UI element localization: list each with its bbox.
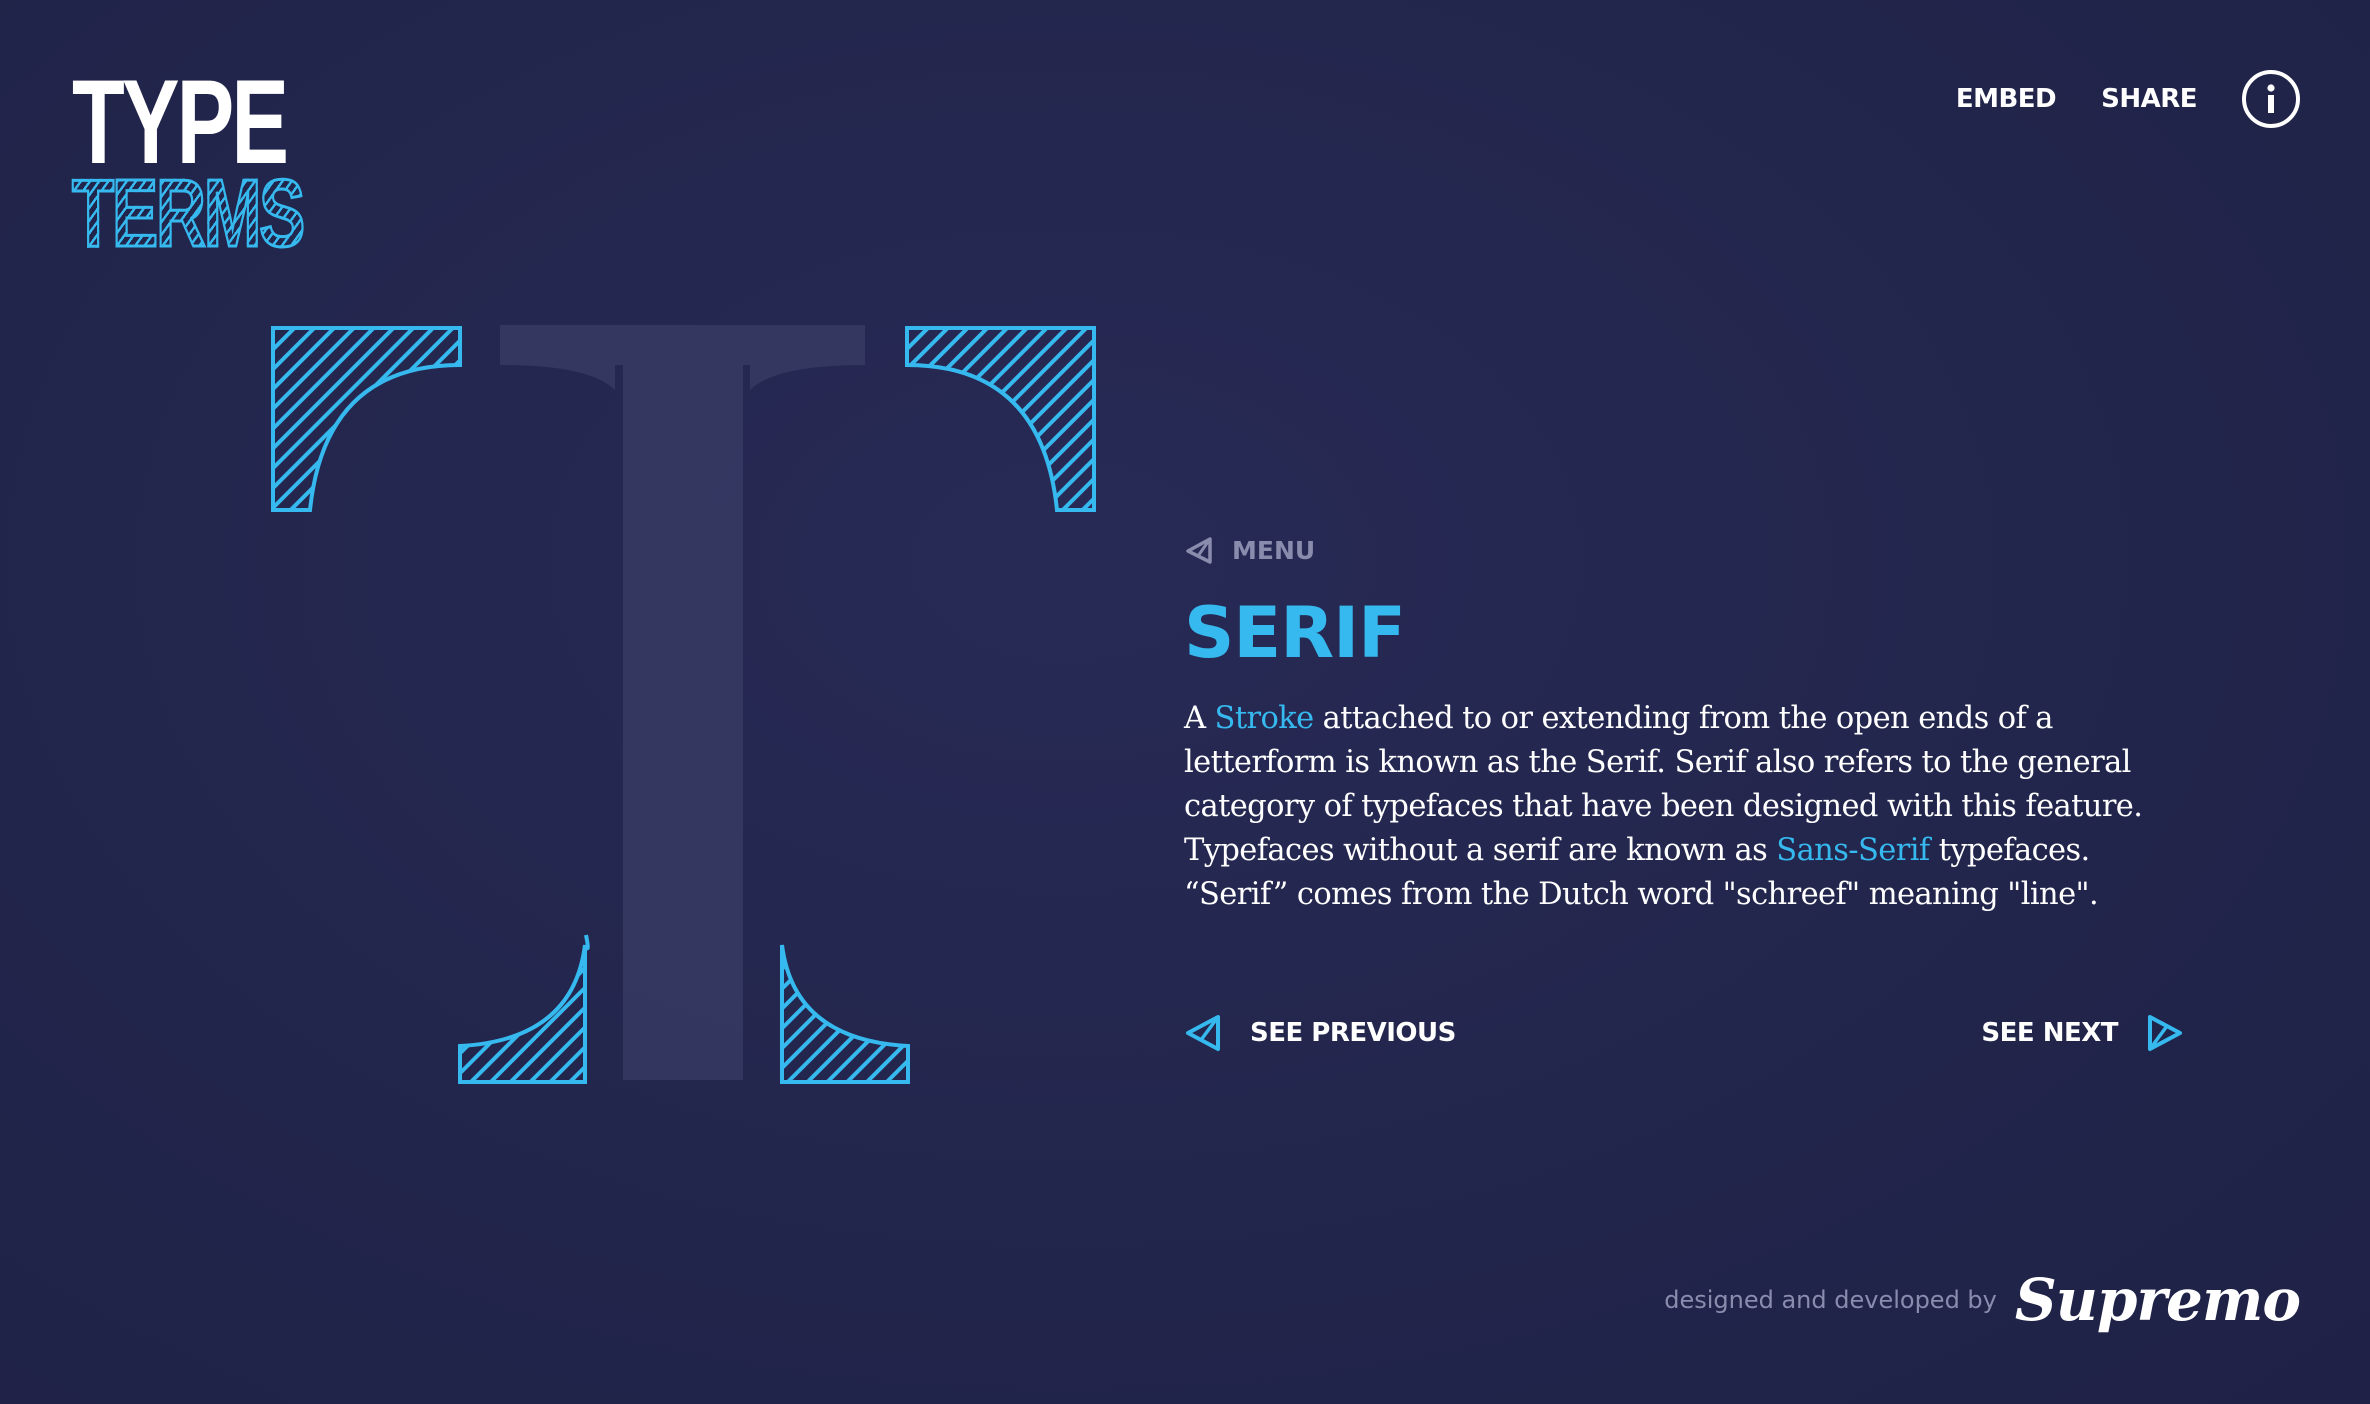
serif-top-left	[271, 326, 462, 512]
supremo-logo[interactable]: Supremo	[2015, 1266, 2301, 1334]
see-next-label: SEE NEXT	[1981, 1018, 2118, 1048]
triangle-right-icon	[2148, 1015, 2182, 1051]
credit: designed and developed by Supremo	[1664, 1266, 2301, 1334]
serif-bottom-left	[458, 934, 590, 1084]
top-nav: EMBED SHARE	[1911, 70, 2300, 128]
see-next-button[interactable]: SEE NEXT	[1981, 1013, 2184, 1053]
serif-illustration	[271, 325, 1096, 1084]
stroke-link[interactable]: Stroke	[1215, 701, 1315, 736]
page: TYPE TERMS EMBED SHARE MENU SERIF A Stro…	[0, 0, 2370, 1404]
menu-button[interactable]: MENU	[1184, 535, 2184, 565]
logo[interactable]: TYPE TERMS	[71, 62, 306, 263]
desc-text-1: A	[1184, 701, 1215, 736]
letter-t-shape	[500, 325, 865, 1080]
term-title: SERIF	[1184, 592, 1406, 674]
see-previous-label: SEE PREVIOUS	[1250, 1018, 1456, 1048]
triangle-left-outline-icon	[1186, 537, 1212, 564]
term-content: MENU SERIF A Stroke attached to or exten…	[1184, 535, 2184, 917]
logo-terms: TERMS	[71, 160, 306, 267]
serif-top-right	[905, 326, 1096, 512]
menu-label: MENU	[1232, 535, 1316, 565]
sans-serif-link[interactable]: Sans-Serif	[1776, 833, 1930, 868]
see-previous-button[interactable]: SEE PREVIOUS	[1184, 1013, 1456, 1053]
pager: SEE PREVIOUS SEE NEXT	[1184, 1008, 2184, 1058]
serif-bottom-right	[780, 944, 910, 1084]
credit-text: designed and developed by	[1664, 1286, 1997, 1314]
info-icon	[2267, 84, 2275, 113]
triangle-left-icon	[1186, 1015, 1220, 1051]
term-description: A Stroke attached to or extending from t…	[1184, 697, 2184, 917]
share-link[interactable]: SHARE	[2101, 84, 2197, 114]
info-button[interactable]	[2242, 70, 2300, 128]
embed-link[interactable]: EMBED	[1956, 84, 2057, 114]
